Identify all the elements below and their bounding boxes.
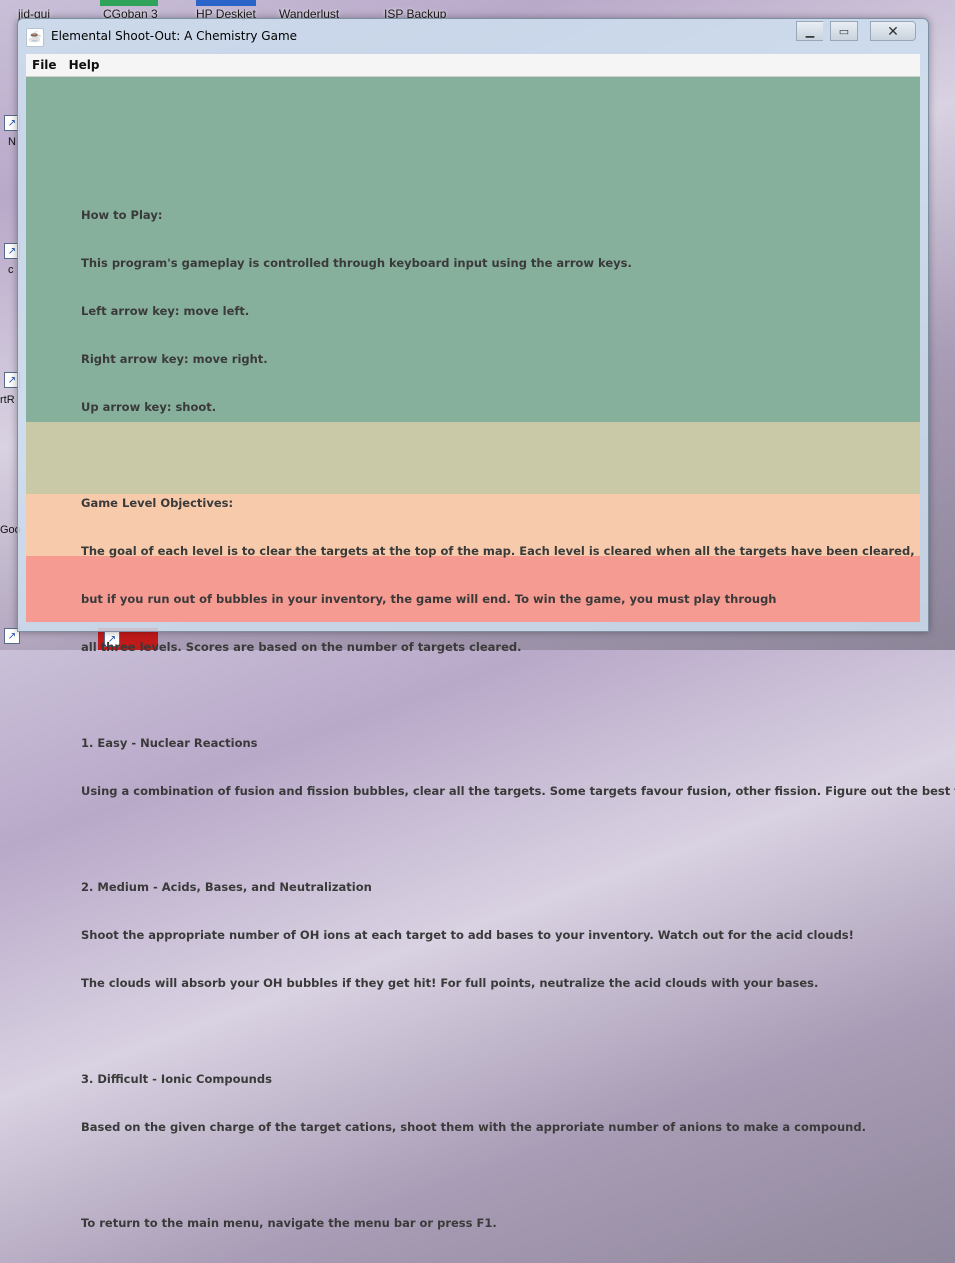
menu-file[interactable]: File	[26, 58, 63, 72]
client-area: File Help How to Play: This program's ga…	[26, 54, 955, 1230]
text-line: Right arrow key: move right.	[81, 352, 268, 366]
desktop-icon-thumb	[100, 0, 158, 6]
maximize-icon: ▭	[838, 25, 850, 38]
help-panel: How to Play: This program's gameplay is …	[26, 77, 955, 1230]
text-line: but if you run out of bubbles in your in…	[81, 592, 777, 606]
return-instructions: To return to the main menu, navigate the…	[81, 1216, 497, 1230]
heading-how-to-play: How to Play:	[81, 208, 163, 222]
text-line: Based on the given charge of the target …	[81, 1120, 866, 1134]
app-window: ☕ Elemental Shoot-Out: A Chemistry Game …	[17, 18, 955, 1230]
text-line: This program's gameplay is controlled th…	[81, 256, 632, 270]
minimize-icon: ▁	[805, 25, 815, 38]
text-line: Left arrow key: move left.	[81, 304, 250, 318]
text-line: Using a combination of fusion and fissio…	[81, 784, 955, 798]
minimize-button[interactable]: ▁	[796, 21, 823, 41]
close-icon: ✕	[887, 22, 899, 39]
heading-objectives: Game Level Objectives:	[81, 496, 234, 510]
text-line: Up arrow key: shoot.	[81, 400, 217, 414]
heading-level-difficult: 3. Difficult - Ionic Compounds	[81, 1072, 272, 1086]
heading-level-easy: 1. Easy - Nuclear Reactions	[81, 736, 258, 750]
menu-help[interactable]: Help	[63, 58, 106, 72]
text-line: all three levels. Scores are based on th…	[81, 640, 522, 654]
instructions-text: How to Play: This program's gameplay is …	[81, 175, 955, 1263]
menu-bar: File Help	[26, 54, 920, 77]
desktop-icon-label[interactable]: rtR	[0, 394, 15, 406]
window-title: Elemental Shoot-Out: A Chemistry Game	[51, 29, 298, 43]
text-line: The clouds will absorb your OH bubbles i…	[81, 976, 819, 990]
text-line: Shoot the appropriate number of OH ions …	[81, 928, 854, 942]
desktop-icon-thumb	[196, 0, 256, 6]
heading-level-medium: 2. Medium - Acids, Bases, and Neutraliza…	[81, 880, 372, 894]
desktop-icon-label[interactable]: N	[8, 136, 16, 148]
title-bar[interactable]: ☕ Elemental Shoot-Out: A Chemistry Game …	[18, 19, 928, 54]
close-button[interactable]: ✕	[870, 21, 916, 41]
desktop-icon-label[interactable]: c	[8, 264, 14, 276]
java-icon[interactable]: ☕	[26, 28, 44, 47]
maximize-button[interactable]: ▭	[830, 21, 858, 41]
text-line: The goal of each level is to clear the t…	[81, 544, 915, 558]
